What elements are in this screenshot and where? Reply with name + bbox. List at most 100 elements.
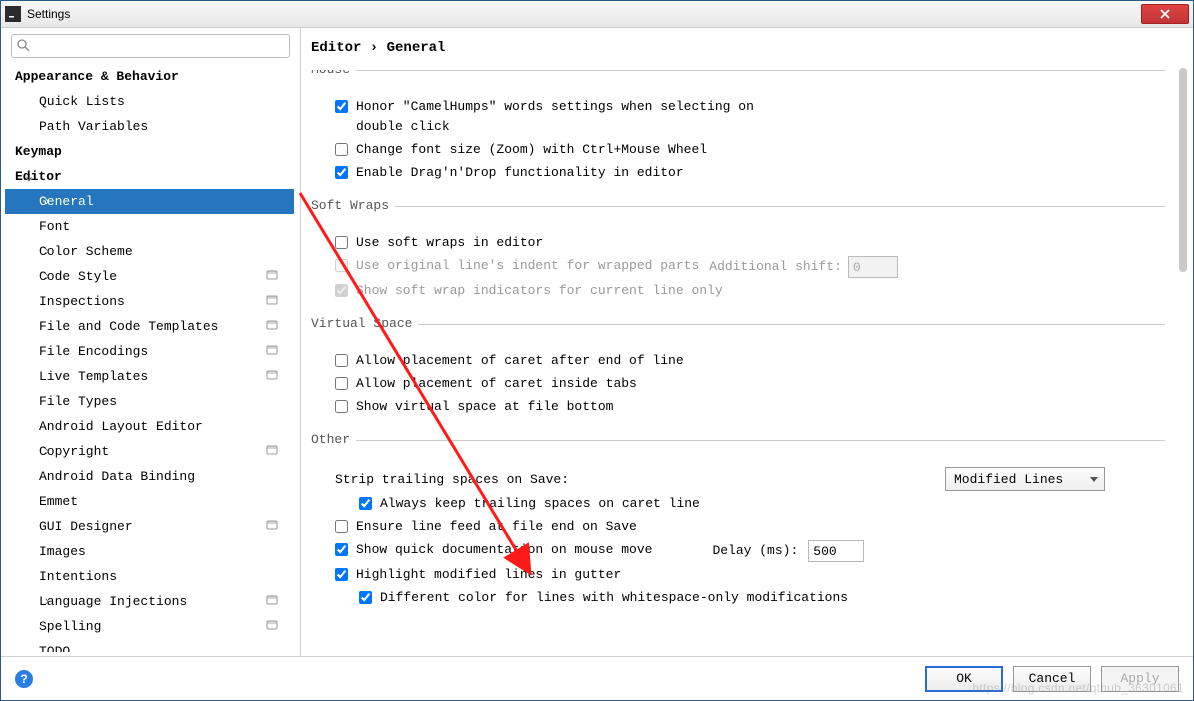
checkbox-line-feed[interactable] [335, 520, 348, 533]
close-button[interactable] [1141, 4, 1189, 24]
expand-arrow-icon: › [41, 444, 53, 459]
cancel-button[interactable]: Cancel [1013, 666, 1091, 692]
tree-item-label: Inspections [39, 294, 125, 309]
tree-item-label: Quick Lists [39, 94, 125, 109]
checkbox-whitespace-color[interactable] [359, 591, 372, 604]
strip-trailing-select[interactable]: Modified Lines [945, 467, 1105, 491]
opt-whitespace-color[interactable]: Different color for lines with whitespac… [359, 588, 1165, 608]
delay-input[interactable] [808, 540, 864, 562]
project-scope-icon [266, 519, 278, 535]
checkbox-caret-eol[interactable] [335, 354, 348, 367]
project-scope-icon [266, 619, 278, 635]
tree-item-copyright[interactable]: ›Copyright [5, 439, 294, 464]
checkbox-keep-trailing[interactable] [359, 497, 372, 510]
app-icon [5, 6, 21, 22]
ok-button[interactable]: OK [925, 666, 1003, 692]
group-softwraps: Soft Wraps Use soft wraps in editor Use … [311, 206, 1165, 318]
checkbox-dragdrop[interactable] [335, 166, 348, 179]
tree-item-label: Android Data Binding [39, 469, 195, 484]
project-scope-icon [266, 269, 278, 285]
opt-indent-wrapped: Use original line's indent for wrapped p… [335, 256, 1165, 278]
tree-item-keymap[interactable]: Keymap [5, 139, 294, 164]
opt-caret-tabs[interactable]: Allow placement of caret inside tabs [335, 374, 1165, 394]
tree-item-quick-lists[interactable]: Quick Lists [5, 89, 294, 114]
tree-item-spelling[interactable]: Spelling [5, 614, 294, 639]
titlebar: Settings [1, 1, 1193, 28]
tree-item-appearance-behavior[interactable]: Appearance & Behavior [5, 64, 294, 89]
tree-item-android-layout-editor[interactable]: Android Layout Editor [5, 414, 294, 439]
opt-virtual-bottom[interactable]: Show virtual space at file bottom [335, 397, 1165, 417]
checkbox-indent-wrapped [335, 259, 348, 272]
tree-item-editor[interactable]: ⌄Editor [5, 164, 294, 189]
tree-item-label: Path Variables [39, 119, 148, 134]
tree-item-gui-designer[interactable]: GUI Designer [5, 514, 294, 539]
sidebar: Appearance & Behavior Quick Lists Path Var… [1, 28, 301, 656]
checkbox-caret-tabs[interactable] [335, 377, 348, 390]
apply-button: Apply [1101, 666, 1179, 692]
tree-item-emmet[interactable]: Emmet [5, 489, 294, 514]
tree-item-intentions[interactable]: Intentions [5, 564, 294, 589]
group-title-virtual: Virtual Space [311, 316, 418, 331]
checkbox-zoom[interactable] [335, 143, 348, 156]
tree-item-language-injections[interactable]: ›Language Injections [5, 589, 294, 614]
opt-dragdrop[interactable]: Enable Drag'n'Drop functionality in edit… [335, 163, 1165, 183]
opt-camelhumps[interactable]: Honor "CamelHumps" words settings when s… [335, 97, 1165, 137]
project-scope-icon [266, 319, 278, 335]
opt-highlight-gutter[interactable]: Highlight modified lines in gutter [335, 565, 1165, 585]
group-virtual-space: Virtual Space Allow placement of caret a… [311, 324, 1165, 434]
opt-caret-eol[interactable]: Allow placement of caret after end of li… [335, 351, 1165, 371]
tree-item-code-style[interactable]: ›Code Style [5, 264, 294, 289]
checkbox-virtual-bottom[interactable] [335, 400, 348, 413]
tree-item-label: Android Layout Editor [39, 419, 203, 434]
tree-item-label: GUI Designer [39, 519, 133, 534]
tree-item-font[interactable]: Font [5, 214, 294, 239]
opt-keep-trailing[interactable]: Always keep trailing spaces on caret lin… [359, 494, 1165, 514]
window-title: Settings [27, 7, 1141, 21]
tree-item-label: Font [39, 219, 70, 234]
project-scope-icon [266, 344, 278, 360]
tree-item-inspections[interactable]: Inspections [5, 289, 294, 314]
tree-item-file-encodings[interactable]: File Encodings [5, 339, 294, 364]
tree-item-label: File Encodings [39, 344, 148, 359]
checkbox-softwrap[interactable] [335, 236, 348, 249]
close-icon [1159, 8, 1171, 20]
checkbox-highlight-gutter[interactable] [335, 568, 348, 581]
checkbox-camelhumps[interactable] [335, 100, 348, 113]
tree-item-images[interactable]: Images [5, 539, 294, 564]
scrollbar-thumb[interactable] [1179, 68, 1187, 272]
tree-item-file-and-code-templates[interactable]: File and Code Templates [5, 314, 294, 339]
opt-quickdoc[interactable]: Show quick documentation on mouse move D… [335, 540, 1165, 562]
main-panel: Editor › General Mouse Honor "CamelHumps… [301, 28, 1193, 656]
opt-line-feed[interactable]: Ensure line feed at file end on Save [335, 517, 1165, 537]
expand-arrow-icon: › [41, 244, 53, 259]
tree-item-label: Color Scheme [39, 244, 133, 259]
help-icon[interactable]: ? [15, 670, 33, 688]
tree-item-android-data-binding[interactable]: Android Data Binding [5, 464, 294, 489]
tree-item-general[interactable]: ›General [5, 189, 294, 214]
main-scrollbar[interactable] [1179, 68, 1187, 650]
tree-item-todo[interactable]: TODO [5, 639, 294, 652]
tree-item-label: Images [39, 544, 86, 559]
tree-item-label: Emmet [39, 494, 78, 509]
opt-wrap-indicators: Show soft wrap indicators for current li… [335, 281, 1165, 301]
checkbox-quickdoc[interactable] [335, 543, 348, 556]
tree-item-live-templates[interactable]: Live Templates [5, 364, 294, 389]
project-scope-icon [266, 594, 278, 610]
project-scope-icon [266, 294, 278, 310]
additional-shift-field: Additional shift: [709, 256, 898, 278]
tree-item-color-scheme[interactable]: ›Color Scheme [5, 239, 294, 264]
opt-zoom[interactable]: Change font size (Zoom) with Ctrl+Mouse … [335, 140, 1165, 160]
expand-arrow-icon: ⌄ [23, 169, 35, 184]
tree-item-label: Intentions [39, 569, 117, 584]
opt-softwrap[interactable]: Use soft wraps in editor [335, 233, 1165, 253]
button-bar: ? OK Cancel Apply [1, 656, 1193, 700]
breadcrumb: Editor › General [309, 40, 1175, 56]
group-mouse: Mouse Honor "CamelHumps" words settings … [311, 70, 1165, 200]
tree-item-label: Spelling [39, 619, 101, 634]
search-input[interactable] [11, 34, 290, 58]
expand-arrow-icon: › [41, 269, 53, 284]
tree-item-file-types[interactable]: File Types [5, 389, 294, 414]
settings-tree[interactable]: Appearance & Behavior Quick Lists Path Var… [5, 64, 296, 652]
delay-field: Delay (ms): [712, 540, 864, 562]
tree-item-path-variables[interactable]: Path Variables [5, 114, 294, 139]
